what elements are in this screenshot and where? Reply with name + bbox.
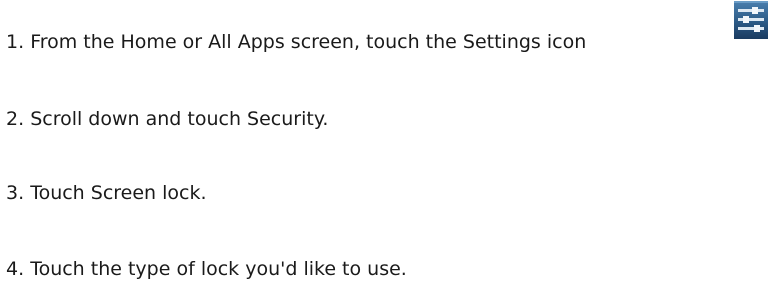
settings-icon (734, 1, 768, 39)
step-3-number: 3. (6, 182, 25, 204)
step-1: 1. From the Home or All Apps screen, tou… (6, 30, 586, 54)
step-4-number: 4. (6, 258, 25, 280)
step-1-text: From the Home or All Apps screen, touch … (30, 31, 587, 53)
step-3: 3. Touch Screen lock. (6, 181, 207, 205)
step-2: 2. Scroll down and touch Security. (6, 107, 328, 131)
step-2-number: 2. (6, 108, 25, 130)
step-1-number: 1. (6, 31, 25, 53)
step-4: 4. Touch the type of lock you'd like to … (6, 257, 407, 281)
step-3-text: Touch Screen lock. (30, 182, 207, 204)
step-4-text: Touch the type of lock you'd like to use… (30, 258, 407, 280)
step-2-text: Scroll down and touch Security. (30, 108, 329, 130)
